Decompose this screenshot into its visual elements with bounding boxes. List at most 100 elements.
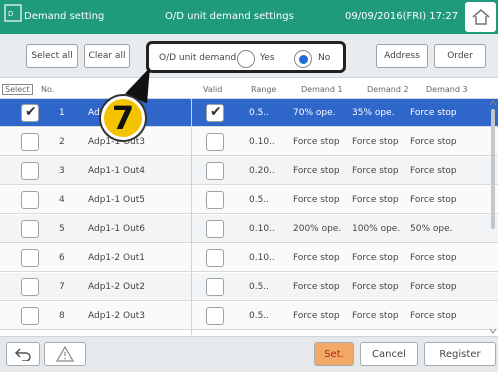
cancel-button[interactable]: Cancel bbox=[360, 342, 418, 366]
row-valid-checkbox[interactable] bbox=[206, 133, 224, 151]
column-demand2: Demand 2 bbox=[367, 85, 409, 94]
register-button[interactable]: Register bbox=[424, 342, 496, 366]
row-valid-checkbox[interactable] bbox=[206, 104, 224, 122]
row-demand1: Force stop bbox=[293, 282, 340, 292]
row-demand2: 35% ope. bbox=[352, 108, 395, 118]
row-no: 4 bbox=[59, 195, 65, 205]
row-no: 2 bbox=[59, 137, 65, 147]
app-title: Demand setting bbox=[24, 11, 105, 22]
row-valid-checkbox[interactable] bbox=[206, 220, 224, 238]
row-no: 3 bbox=[59, 166, 65, 176]
column-demand1: Demand 1 bbox=[301, 85, 343, 94]
row-range: 0.5.. bbox=[249, 108, 270, 118]
row-name: Adp1-2 Out3 bbox=[88, 311, 146, 321]
table-scrollbar[interactable] bbox=[488, 99, 498, 335]
no-radio[interactable] bbox=[294, 50, 312, 68]
od-unit-demand-label: O/D unit demand bbox=[159, 53, 237, 63]
row-name: Adp1-1 Out6 bbox=[88, 224, 146, 234]
select-all-button[interactable]: Select all bbox=[26, 44, 78, 68]
title-bar: D Demand setting O/D unit demand setting… bbox=[0, 0, 498, 34]
row-demand3: Force stop bbox=[410, 108, 457, 118]
row-range: 0.5.. bbox=[249, 195, 270, 205]
scroll-thumb[interactable] bbox=[491, 109, 495, 229]
table-row[interactable]: 4 Adp1-1 Out5 0.5.. Force stop Force stop For… bbox=[0, 186, 498, 214]
row-demand3: 50% ope. bbox=[410, 224, 453, 234]
datetime: 09/09/2016(FRI) 17:27 bbox=[345, 11, 459, 22]
row-select-checkbox[interactable] bbox=[21, 191, 39, 209]
row-valid-checkbox[interactable] bbox=[206, 278, 224, 296]
set-button[interactable]: Set. bbox=[314, 342, 354, 366]
warning-button[interactable] bbox=[44, 342, 86, 366]
row-name: Adp1-1 Out4 bbox=[88, 166, 146, 176]
row-demand2: Force stop bbox=[352, 195, 399, 205]
table-row[interactable]: 6 Adp1-2 Out1 0.10.. Force stop Force stop Fo… bbox=[0, 244, 498, 272]
column-divider bbox=[191, 99, 192, 335]
demand-setting-icon: D bbox=[4, 4, 22, 22]
warning-icon bbox=[56, 346, 74, 362]
table-row[interactable]: 8 Adp1-2 Out3 0.5.. Force stop Force stop For… bbox=[0, 302, 498, 330]
table-row[interactable]: 2 Adp1-1 Out3 0.10.. Force stop Force stop Fo… bbox=[0, 128, 498, 156]
column-demand3: Demand 3 bbox=[426, 85, 468, 94]
row-select-checkbox[interactable] bbox=[21, 278, 39, 296]
row-no: 1 bbox=[59, 108, 65, 118]
row-demand3: Force stop bbox=[410, 195, 457, 205]
row-demand1: Force stop bbox=[293, 311, 340, 321]
order-button[interactable]: Order bbox=[434, 44, 486, 68]
row-demand3: Force stop bbox=[410, 311, 457, 321]
row-demand2: Force stop bbox=[352, 253, 399, 263]
row-no: 6 bbox=[59, 253, 65, 263]
row-valid-checkbox[interactable] bbox=[206, 307, 224, 325]
row-select-checkbox[interactable] bbox=[21, 104, 39, 122]
row-select-checkbox[interactable] bbox=[21, 162, 39, 180]
row-range: 0.20.. bbox=[249, 166, 275, 176]
row-demand1: Force stop bbox=[293, 195, 340, 205]
scroll-up-icon bbox=[489, 100, 497, 106]
row-select-checkbox[interactable] bbox=[21, 220, 39, 238]
screen-title: O/D unit demand settings bbox=[165, 11, 294, 22]
row-valid-checkbox[interactable] bbox=[206, 162, 224, 180]
scroll-down-icon bbox=[489, 328, 497, 334]
row-select-checkbox[interactable] bbox=[21, 249, 39, 267]
yes-radio[interactable] bbox=[237, 50, 255, 68]
address-button[interactable]: Address bbox=[376, 44, 428, 68]
row-range: 0.10.. bbox=[249, 253, 275, 263]
table-header: Select No. Valid Range Demand 1 Demand 2… bbox=[0, 81, 498, 99]
row-demand1: Force stop bbox=[293, 253, 340, 263]
table-row[interactable]: 5 Adp1-1 Out6 0.10.. 200% ope. 100% ope. 50% … bbox=[0, 215, 498, 243]
clear-all-button[interactable]: Clear all bbox=[84, 44, 130, 68]
row-demand1: Force stop bbox=[293, 166, 340, 176]
od-unit-demand-group: O/D unit demand Yes No bbox=[146, 41, 346, 73]
table-row[interactable]: 7 Adp1-2 Out2 0.5.. Force stop Force stop For… bbox=[0, 273, 498, 301]
back-button[interactable] bbox=[6, 342, 40, 366]
row-name: Adp1-2 Out1 bbox=[88, 253, 146, 263]
row-demand3: Force stop bbox=[410, 166, 457, 176]
home-button[interactable] bbox=[465, 2, 496, 32]
row-demand1: Force stop bbox=[293, 137, 340, 147]
home-icon bbox=[472, 9, 489, 25]
row-name: Adp1-2 Out2 bbox=[88, 282, 146, 292]
column-valid: Valid bbox=[203, 85, 223, 94]
table-row[interactable]: 1 Ad 0.5.. 70% ope. 35% ope. Force stop bbox=[0, 99, 498, 127]
row-select-checkbox[interactable] bbox=[21, 133, 39, 151]
row-valid-checkbox[interactable] bbox=[206, 249, 224, 267]
back-icon bbox=[14, 348, 31, 361]
row-demand1: 70% ope. bbox=[293, 108, 336, 118]
row-no: 5 bbox=[59, 224, 65, 234]
row-range: 0.10.. bbox=[249, 224, 275, 234]
row-valid-checkbox[interactable] bbox=[206, 191, 224, 209]
table-row[interactable]: 3 Adp1-1 Out4 0.20.. Force stop Force stop Fo… bbox=[0, 157, 498, 185]
row-range: 0.10.. bbox=[249, 137, 275, 147]
svg-text:D: D bbox=[8, 10, 13, 18]
row-range: 0.5.. bbox=[249, 282, 270, 292]
callout-badge: 7 bbox=[101, 96, 145, 140]
no-label: No bbox=[318, 53, 331, 63]
row-select-checkbox[interactable] bbox=[21, 307, 39, 325]
row-demand3: Force stop bbox=[410, 137, 457, 147]
row-demand3: Force stop bbox=[410, 282, 457, 292]
row-name: Ad bbox=[88, 108, 100, 118]
row-name: Adp1-1 Out5 bbox=[88, 195, 146, 205]
column-select: Select bbox=[2, 84, 33, 95]
row-no: 7 bbox=[59, 282, 65, 292]
row-range: 0.5.. bbox=[249, 311, 270, 321]
row-demand2: Force stop bbox=[352, 137, 399, 147]
